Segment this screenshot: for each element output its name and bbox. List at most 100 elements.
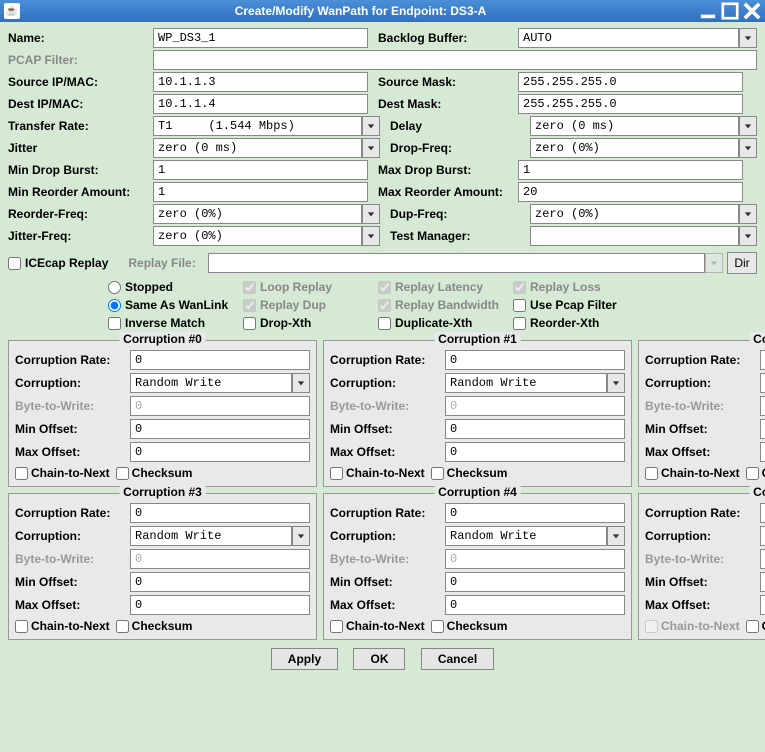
corr-chain-check-2[interactable]: Chain-to-Next: [645, 466, 740, 480]
pcap-field[interactable]: [153, 50, 757, 70]
dir-button[interactable]: Dir: [727, 252, 757, 274]
corr-checksum-check-4[interactable]: Checksum: [431, 619, 508, 633]
corr-maxoff-field-1[interactable]: [445, 442, 625, 462]
corr-type-label: Corruption:: [645, 376, 760, 390]
corr-rate-field-0[interactable]: [130, 350, 310, 370]
corr-rate-field-2[interactable]: [760, 350, 765, 370]
corr-maxoff-label: Max Offset:: [15, 445, 130, 459]
reorderfreq-field[interactable]: [153, 204, 362, 224]
replaylat-check[interactable]: Replay Latency: [378, 280, 513, 294]
corr-rate-field-3[interactable]: [130, 503, 310, 523]
dupfreq-label: Dup-Freq:: [380, 207, 530, 221]
corr-checksum-check-5[interactable]: Checksum: [746, 619, 765, 633]
stopped-radio[interactable]: Stopped: [108, 280, 243, 294]
pcap-label: PCAP Filter:: [8, 53, 153, 67]
corr-rate-label: Corruption Rate:: [330, 506, 445, 520]
replayfile-dropdown[interactable]: [705, 253, 723, 273]
corr-type-field-4[interactable]: [445, 526, 607, 546]
corr-byte-field-2: [760, 396, 765, 416]
loopreplay-check[interactable]: Loop Replay: [243, 280, 378, 294]
backlog-dropdown[interactable]: [739, 28, 757, 48]
name-field[interactable]: [153, 28, 368, 48]
srcip-field[interactable]: [153, 72, 368, 92]
jitter-field[interactable]: [153, 138, 362, 158]
apply-button[interactable]: Apply: [271, 648, 338, 670]
rate-field[interactable]: [153, 116, 362, 136]
corr-byte-label: Byte-to-Write:: [330, 399, 445, 413]
reorderxth-check[interactable]: Reorder-Xth: [513, 316, 648, 330]
mindrop-field[interactable]: [153, 160, 368, 180]
maxreorder-label: Max Reorder Amount:: [368, 185, 518, 199]
inverse-check[interactable]: Inverse Match: [108, 316, 243, 330]
corr-maxoff-field-0[interactable]: [130, 442, 310, 462]
corr-maxoff-field-2[interactable]: [760, 442, 765, 462]
corr-checksum-check-3[interactable]: Checksum: [116, 619, 193, 633]
corr-chain-check-0[interactable]: Chain-to-Next: [15, 466, 110, 480]
usepcap-check[interactable]: Use Pcap Filter: [513, 298, 648, 312]
backlog-field[interactable]: [518, 28, 739, 48]
corr-byte-label: Byte-to-Write:: [645, 399, 760, 413]
corr-minoff-field-5[interactable]: [760, 572, 765, 592]
corr-type-field-1[interactable]: [445, 373, 607, 393]
dupfreq-field[interactable]: [530, 204, 739, 224]
replayloss-check[interactable]: Replay Loss: [513, 280, 648, 294]
maxdrop-field[interactable]: [518, 160, 743, 180]
corr-type-field-3[interactable]: [130, 526, 292, 546]
maxreorder-field[interactable]: [518, 182, 743, 202]
testmgr-dropdown[interactable]: [739, 226, 757, 246]
corr-rate-label: Corruption Rate:: [15, 506, 130, 520]
dropfreq-dropdown[interactable]: [739, 138, 757, 158]
corr-maxoff-label: Max Offset:: [330, 598, 445, 612]
dstip-field[interactable]: [153, 94, 368, 114]
replaybw-check[interactable]: Replay Bandwidth: [378, 298, 513, 312]
corr-type-dropdown-3[interactable]: [292, 526, 310, 546]
minimize-button[interactable]: [699, 3, 717, 19]
testmgr-field[interactable]: [530, 226, 739, 246]
corr-chain-check-3[interactable]: Chain-to-Next: [15, 619, 110, 633]
delay-field[interactable]: [530, 116, 739, 136]
replayfile-field[interactable]: [208, 253, 705, 273]
corr-maxoff-field-5[interactable]: [760, 595, 765, 615]
jitterfreq-field[interactable]: [153, 226, 362, 246]
corr-rate-field-4[interactable]: [445, 503, 625, 523]
corr-type-field-5[interactable]: [760, 526, 765, 546]
rate-dropdown[interactable]: [362, 116, 380, 136]
corr-chain-check-4[interactable]: Chain-to-Next: [330, 619, 425, 633]
corr-checksum-check-1[interactable]: Checksum: [431, 466, 508, 480]
close-button[interactable]: [743, 3, 761, 19]
corr-maxoff-field-4[interactable]: [445, 595, 625, 615]
corr-checksum-check-0[interactable]: Checksum: [116, 466, 193, 480]
corr-type-dropdown-4[interactable]: [607, 526, 625, 546]
corr-minoff-field-2[interactable]: [760, 419, 765, 439]
corr-checksum-check-2[interactable]: Checksum: [746, 466, 765, 480]
maximize-button[interactable]: [721, 3, 739, 19]
corr-chain-check-1[interactable]: Chain-to-Next: [330, 466, 425, 480]
corr-rate-field-1[interactable]: [445, 350, 625, 370]
corr-minoff-field-0[interactable]: [130, 419, 310, 439]
corr-type-field-2[interactable]: [760, 373, 765, 393]
corr-type-dropdown-0[interactable]: [292, 373, 310, 393]
delay-dropdown[interactable]: [739, 116, 757, 136]
minreorder-field[interactable]: [153, 182, 368, 202]
sameas-radio[interactable]: Same As WanLink: [108, 298, 243, 312]
corr-minoff-field-4[interactable]: [445, 572, 625, 592]
jitter-dropdown[interactable]: [362, 138, 380, 158]
ok-button[interactable]: OK: [353, 648, 405, 670]
corr-rate-field-5[interactable]: [760, 503, 765, 523]
corr-minoff-field-3[interactable]: [130, 572, 310, 592]
icecap-checkbox[interactable]: ICEcap Replay: [8, 256, 108, 270]
dropxth-check[interactable]: Drop-Xth: [243, 316, 378, 330]
dropfreq-field[interactable]: [530, 138, 739, 158]
corr-type-dropdown-1[interactable]: [607, 373, 625, 393]
srcmask-field[interactable]: [518, 72, 743, 92]
corr-maxoff-field-3[interactable]: [130, 595, 310, 615]
dstmask-field[interactable]: [518, 94, 743, 114]
reorderfreq-dropdown[interactable]: [362, 204, 380, 224]
cancel-button[interactable]: Cancel: [421, 648, 494, 670]
corr-type-field-0[interactable]: [130, 373, 292, 393]
dupfreq-dropdown[interactable]: [739, 204, 757, 224]
replaydup-check[interactable]: Replay Dup: [243, 298, 378, 312]
dupxth-check[interactable]: Duplicate-Xth: [378, 316, 513, 330]
jitterfreq-dropdown[interactable]: [362, 226, 380, 246]
corr-minoff-field-1[interactable]: [445, 419, 625, 439]
